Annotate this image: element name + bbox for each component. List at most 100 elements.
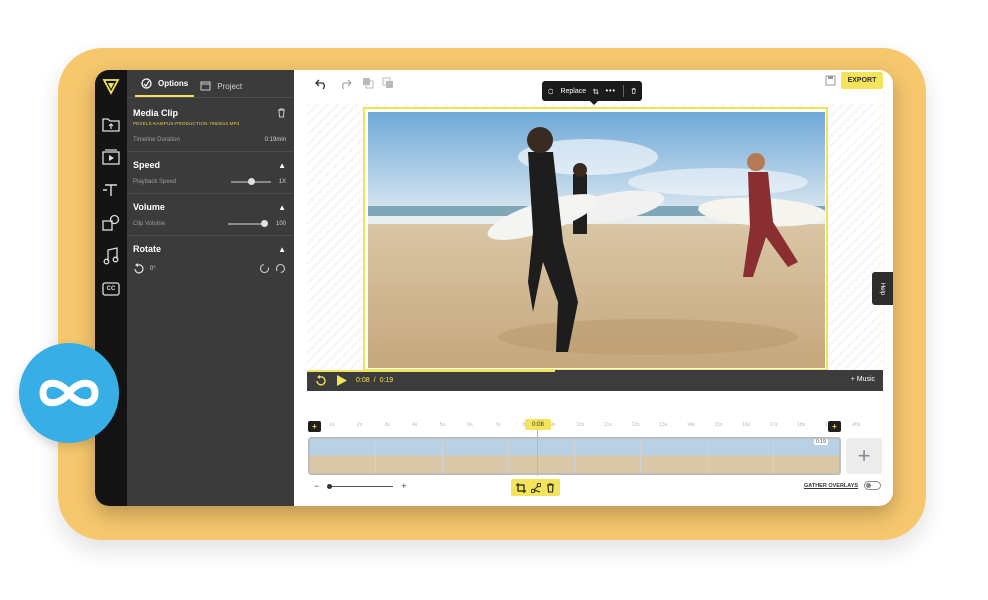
playhead-line[interactable] (537, 430, 538, 476)
chevron-up-icon[interactable]: ▲ (278, 203, 286, 212)
layer-forward-icon[interactable] (361, 76, 375, 90)
timeline-tick: 17s (769, 422, 778, 428)
replace-button[interactable]: Replace (560, 88, 586, 95)
trash-icon[interactable] (277, 108, 286, 118)
clip-thumbnail (773, 439, 839, 473)
timeline-tick: 4s (412, 422, 418, 428)
gather-overlays-label: GATHER OVERLAYS (804, 482, 859, 489)
panel-tabs: Options Project (127, 70, 294, 98)
layer-backward-icon[interactable] (381, 76, 395, 90)
gather-overlays-toggle[interactable] (864, 481, 882, 490)
timeline-tick: 3s (384, 422, 390, 428)
speed-title: Speed (133, 160, 161, 170)
speed-value: 1X (278, 179, 286, 185)
clip-thumbnail (707, 439, 774, 473)
zoom-out-button[interactable]: − (314, 481, 319, 491)
add-clip-button[interactable]: + (846, 438, 882, 474)
time-separator: / (373, 377, 376, 384)
playhead-time[interactable]: 0:08 (525, 419, 551, 430)
export-button[interactable]: EXPORT (841, 72, 883, 89)
logo-icon[interactable] (101, 76, 121, 96)
volume-section: Volume ▲ Clip Volume 100 (127, 194, 294, 236)
rotate-icon (134, 263, 144, 274)
video-clip-track[interactable] (308, 437, 841, 475)
clip-thumbnail (310, 439, 377, 473)
clip-thumbnail (641, 439, 708, 473)
more-icon[interactable]: ••• (606, 88, 616, 95)
crop-icon[interactable] (593, 87, 599, 96)
clip-volume-label: Clip Volume (133, 221, 166, 227)
tab-project[interactable]: Project (194, 81, 248, 97)
timeline-tick: 6s (467, 422, 473, 428)
help-tab[interactable]: Help (872, 272, 893, 305)
playback-progress[interactable] (307, 370, 555, 372)
clapperboard-icon (200, 81, 211, 91)
timeline-tick: 10s (576, 422, 585, 428)
timeline-tick: 2s (356, 422, 363, 428)
zoom-slider-knob[interactable] (327, 483, 333, 489)
clip-filename: PEXELS-KAMPUS-PRODUCTION-7660610.MP4 (133, 121, 240, 126)
rotate-value: 0° (150, 265, 156, 272)
rotate-section: Rotate ▲ 0° (127, 236, 294, 282)
tab-project-label: Project (217, 81, 243, 91)
elements-icon[interactable] (101, 213, 121, 233)
replay-icon[interactable] (315, 374, 327, 387)
volume-slider-knob[interactable] (260, 220, 268, 227)
help-label: Help (879, 282, 886, 295)
editor-window: CC Options Project Media Clip PEXELS-KAM… (95, 70, 893, 506)
volume-title: Volume (133, 202, 165, 212)
clip-thumbnail (442, 439, 509, 473)
subtitles-label: CC (106, 286, 116, 292)
tab-options[interactable]: Options (135, 78, 195, 97)
chevron-up-icon[interactable]: ▲ (278, 161, 286, 170)
video-preview[interactable] (368, 112, 825, 368)
redo-icon[interactable] (338, 76, 352, 90)
save-icon[interactable] (823, 73, 837, 87)
media-icon[interactable] (101, 147, 121, 167)
clip-actions-bar (511, 479, 560, 496)
tool-rail: CC (95, 70, 127, 506)
rotate-title: Rotate (133, 244, 162, 254)
timeline-tick: 13s (659, 422, 668, 428)
video-selection-frame[interactable] (363, 107, 828, 371)
speed-section: Speed ▲ Playback Speed 1X (127, 152, 294, 194)
rotate-right-icon[interactable] (275, 263, 286, 274)
crop-icon[interactable] (516, 482, 527, 493)
play-icon[interactable] (336, 375, 347, 386)
rotate-left-icon[interactable] (259, 263, 270, 274)
media-clip-section: Media Clip PEXELS-KAMPUS-PRODUCTION-7660… (127, 98, 294, 152)
clip-thumbnail (575, 439, 642, 473)
trash-icon[interactable] (631, 86, 636, 96)
undo-icon[interactable] (314, 76, 328, 90)
beach-surfers-image (368, 112, 825, 368)
upload-folder-icon[interactable] (101, 114, 121, 134)
volume-slider[interactable] (227, 220, 268, 227)
timeline-tick: 18s (797, 422, 806, 428)
replace-icon[interactable] (548, 87, 554, 96)
timeline-tick: 11s (604, 422, 612, 428)
music-icon[interactable] (101, 246, 121, 266)
media-clip-title: Media Clip (133, 108, 179, 118)
text-icon[interactable] (101, 180, 121, 200)
speed-slider-knob[interactable] (247, 178, 255, 185)
current-time: 0:08 (356, 377, 370, 384)
split-icon[interactable] (530, 482, 541, 493)
zoom-in-button[interactable]: + (401, 481, 406, 491)
timeline-tick: 15s (714, 422, 723, 428)
trim-end-marker[interactable]: + (828, 421, 841, 432)
zoom-slider[interactable] (327, 483, 394, 489)
chevron-up-icon[interactable]: ▲ (278, 245, 286, 254)
clip-thumbnail (376, 439, 443, 473)
trim-start-marker[interactable]: + (308, 421, 321, 432)
floating-toolbar: Replace ••• (542, 81, 642, 105)
playback-bar: 0:08 / 0:19 + Music (307, 370, 883, 391)
timeline-tick: 20s (852, 422, 861, 428)
duration-label: Timeline Duration (133, 137, 180, 143)
subtitles-icon[interactable]: CC (101, 279, 121, 299)
tab-options-label: Options (158, 79, 189, 88)
trash-icon[interactable] (546, 482, 555, 493)
speed-slider[interactable] (230, 178, 271, 185)
add-music-button[interactable]: + Music (851, 376, 875, 383)
timeline-ruler[interactable]: 1s2s3s4s5s6s7s8s9s10s11s12s13s14s15s16s1… (320, 422, 880, 430)
options-icon (141, 78, 152, 89)
